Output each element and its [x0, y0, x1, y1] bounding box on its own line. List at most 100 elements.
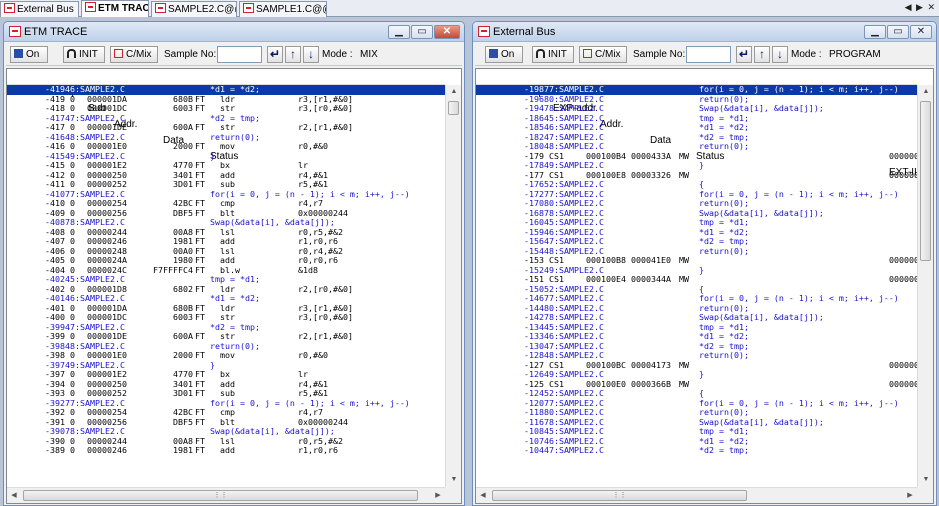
- close-button[interactable]: ✕: [434, 25, 460, 39]
- etm-trace-row[interactable]: -39078:SAMPLE2.C Swap(&data[i], &data[j])…: [7, 427, 445, 437]
- scroll-down-arrow-icon[interactable]: ▼: [446, 473, 461, 487]
- scroll-down-button[interactable]: ↓: [303, 46, 319, 63]
- etm-trace-row[interactable]: -397 0 000001E2 4770 FT bx lr: [7, 370, 445, 380]
- etm-trace-row[interactable]: -399 0 000001DE 600A FT str r2,[r1,#&0]: [7, 332, 445, 342]
- scroll-down-arrow-icon[interactable]: ▼: [918, 473, 933, 487]
- etm-trace-row[interactable]: -406 0 00000248 00A0 FT lsl r0,r4,#&2: [7, 247, 445, 257]
- etm-horizontal-scroll-thumb[interactable]: ⋮⋮: [23, 490, 418, 501]
- tab-sample2-c[interactable]: SAMPLE2.C@@...: [151, 1, 237, 17]
- etm-trace-row[interactable]: -401 0 000001DA 680B FT ldr r3,[r1,#&0]: [7, 304, 445, 314]
- etm-vertical-scrollbar[interactable]: ▲ ▼: [445, 85, 461, 487]
- etm-trace-row[interactable]: -409 0 00000256 DBF5 FT blt 0x00000244: [7, 209, 445, 219]
- bus-trace-row[interactable]: -153 CS1 000100B8 000041E0 MW 000000: [476, 256, 917, 266]
- bus-trace-row[interactable]: -12848:SAMPLE2.C return(0);: [476, 351, 917, 361]
- etm-trace-row[interactable]: -394 0 00000250 3401 FT add r4,#&1: [7, 380, 445, 390]
- bus-trace-row[interactable]: -10447:SAMPLE2.C *d2 = tmp;: [476, 446, 917, 456]
- bus-trace-row[interactable]: -14677:SAMPLE2.C for(i = 0, j = (n - 1); …: [476, 294, 917, 304]
- bus-trace-row[interactable]: -12649:SAMPLE2.C}: [476, 370, 917, 380]
- etm-trace-row[interactable]: -40245:SAMPLE2.C tmp = *d1;: [7, 275, 445, 285]
- bus-trace-list[interactable]: Sample EXP-addr Addr. Data Status EXT-II…: [475, 68, 934, 504]
- bus-trace-row[interactable]: -17080:SAMPLE2.C return(0);: [476, 199, 917, 209]
- scroll-left-arrow-icon[interactable]: ◀: [476, 488, 490, 503]
- bus-trace-row[interactable]: -13445:SAMPLE2.C tmp = *d1;: [476, 323, 917, 333]
- etm-trace-row[interactable]: -40878:SAMPLE2.C Swap(&data[i], &data[j])…: [7, 218, 445, 228]
- etm-trace-row[interactable]: -411 0 00000252 3D01 FT sub r5,#&1: [7, 180, 445, 190]
- bus-trace-row[interactable]: -10845:SAMPLE2.C tmp = *d1;: [476, 427, 917, 437]
- etm-trace-row[interactable]: -39277:SAMPLE2.C for(i = 0, j = (n - 1); …: [7, 399, 445, 409]
- bus-title-bar[interactable]: External Bus ▁ ▭ ✕: [473, 22, 936, 42]
- etm-trace-row[interactable]: -390 0 00000244 00A8 FT lsl r0,r5,#&2: [7, 437, 445, 447]
- etm-trace-row[interactable]: -39947:SAMPLE2.C *d2 = tmp;: [7, 323, 445, 333]
- bus-trace-row[interactable]: -13346:SAMPLE2.C *d1 = *d2;: [476, 332, 917, 342]
- bus-trace-row[interactable]: -18546:SAMPLE2.C *d1 = *d2;: [476, 123, 917, 133]
- bus-trace-row[interactable]: -17849:SAMPLE2.C}: [476, 161, 917, 171]
- etm-trace-row[interactable]: -41549:SAMPLE2.C}: [7, 152, 445, 162]
- etm-trace-row[interactable]: -407 0 00000246 1981 FT add r1,r0,r6: [7, 237, 445, 247]
- etm-trace-row[interactable]: -410 0 00000254 42BC FT cmp r4,r7: [7, 199, 445, 209]
- bus-trace-row[interactable]: -14278:SAMPLE2.C Swap(&data[i], &data[j])…: [476, 313, 917, 323]
- bus-trace-row[interactable]: -19877:SAMPLE2.C for(i = 0, j = (n - 1); …: [476, 85, 917, 95]
- etm-trace-row[interactable]: -389 0 00000246 1981 FT add r1,r0,r6: [7, 446, 445, 456]
- bus-trace-row[interactable]: -10746:SAMPLE2.C *d1 = *d2;: [476, 437, 917, 447]
- sample-no-input[interactable]: [686, 46, 731, 63]
- etm-trace-row[interactable]: -393 0 00000252 3D01 FT sub r5,#&1: [7, 389, 445, 399]
- bus-trace-row[interactable]: -15052:SAMPLE2.C {: [476, 285, 917, 295]
- bus-trace-row[interactable]: -11678:SAMPLE2.C Swap(&data[i], &data[j])…: [476, 418, 917, 428]
- bus-trace-row[interactable]: -11880:SAMPLE2.C return(0);: [476, 408, 917, 418]
- bus-trace-row[interactable]: -15448:SAMPLE2.C return(0);: [476, 247, 917, 257]
- etm-trace-row[interactable]: -40146:SAMPLE2.C *d1 = *d2;: [7, 294, 445, 304]
- maximize-button[interactable]: ▭: [887, 25, 909, 39]
- scroll-down-button[interactable]: ↓: [772, 46, 788, 63]
- etm-trace-row[interactable]: -41747:SAMPLE2.C *d2 = tmp;: [7, 114, 445, 124]
- bus-trace-row[interactable]: -15249:SAMPLE2.C}: [476, 266, 917, 276]
- bus-vertical-scroll-thumb[interactable]: [920, 101, 931, 261]
- on-button[interactable]: On: [485, 46, 523, 63]
- etm-trace-row[interactable]: -39848:SAMPLE2.C return(0);: [7, 342, 445, 352]
- tab-etm-trace[interactable]: ETM TRACE: [81, 0, 149, 17]
- bus-trace-row[interactable]: -15946:SAMPLE2.C *d1 = *d2;: [476, 228, 917, 238]
- etm-trace-row[interactable]: -41946:SAMPLE2.C *d1 = *d2;: [7, 85, 445, 95]
- bus-trace-row[interactable]: -16045:SAMPLE2.C tmp = *d1;: [476, 218, 917, 228]
- etm-trace-row[interactable]: -412 0 00000250 3401 FT add r4,#&1: [7, 171, 445, 181]
- init-button[interactable]: INIT: [63, 46, 105, 63]
- etm-trace-row[interactable]: -402 0 000001D8 6802 FT ldr r2,[r0,#&0]: [7, 285, 445, 295]
- minimize-button[interactable]: ▁: [388, 25, 410, 39]
- bus-trace-row[interactable]: -16878:SAMPLE2.C Swap(&data[i], &data[j])…: [476, 209, 917, 219]
- c-mix-button[interactable]: C/Mix: [110, 46, 158, 63]
- etm-trace-row[interactable]: -408 0 00000244 00A8 FT lsl r0,r5,#&2: [7, 228, 445, 238]
- jump-enter-button[interactable]: ↵: [267, 46, 283, 63]
- scroll-up-button[interactable]: ↑: [754, 46, 770, 63]
- etm-trace-row[interactable]: -418 0 000001DC 6003 FT str r3,[r0,#&0]: [7, 104, 445, 114]
- bus-trace-row[interactable]: -15647:SAMPLE2.C *d2 = tmp;: [476, 237, 917, 247]
- bus-trace-row[interactable]: -18645:SAMPLE2.C tmp = *d1;: [476, 114, 917, 124]
- etm-trace-row[interactable]: -405 0 0000024A 1980 FT add r0,r0,r6: [7, 256, 445, 266]
- bus-trace-row[interactable]: -179 CS1 000100B4 0000433A MW 000000: [476, 152, 917, 162]
- etm-trace-row[interactable]: -417 0 000001DE 600A FT str r2,[r1,#&0]: [7, 123, 445, 133]
- bus-trace-row[interactable]: -12077:SAMPLE2.C for(i = 0, j = (n - 1); …: [476, 399, 917, 409]
- etm-trace-row[interactable]: -419 0 000001DA 680B FT ldr r3,[r1,#&0]: [7, 95, 445, 105]
- etm-trace-row[interactable]: -391 0 00000256 DBF5 FT blt 0x00000244: [7, 418, 445, 428]
- minimize-button[interactable]: ▁: [864, 25, 886, 39]
- etm-horizontal-scrollbar[interactable]: ◀ ⋮⋮ ▶: [7, 487, 445, 503]
- etm-trace-row[interactable]: -392 0 00000254 42BC FT cmp r4,r7: [7, 408, 445, 418]
- bus-trace-row[interactable]: -17277:SAMPLE2.C for(i = 0, j = (n - 1); …: [476, 190, 917, 200]
- bus-horizontal-scroll-thumb[interactable]: ⋮⋮: [492, 490, 747, 501]
- scroll-up-button[interactable]: ↑: [285, 46, 301, 63]
- scroll-up-arrow-icon[interactable]: ▲: [446, 85, 461, 99]
- bus-trace-row[interactable]: -151 CS1 000100E4 0000344A MW 000000: [476, 275, 917, 285]
- etm-trace-row[interactable]: -398 0 000001E0 2000 FT mov r0,#&0: [7, 351, 445, 361]
- tab-sample1-c[interactable]: SAMPLE1.C@@...: [239, 1, 327, 17]
- c-mix-button[interactable]: C/Mix: [579, 46, 627, 63]
- bus-trace-row[interactable]: -19478:SAMPLE2.C Swap(&data[i], &data[j])…: [476, 104, 917, 114]
- bus-trace-row[interactable]: -12452:SAMPLE2.C {: [476, 389, 917, 399]
- on-button[interactable]: On: [10, 46, 48, 63]
- tab-external-bus[interactable]: External Bus: [0, 1, 79, 17]
- bus-trace-row[interactable]: -14480:SAMPLE2.C return(0);: [476, 304, 917, 314]
- bus-trace-row[interactable]: -18247:SAMPLE2.C *d2 = tmp;: [476, 133, 917, 143]
- etm-title-bar[interactable]: ETM TRACE ▁ ▭ ✕: [4, 22, 464, 42]
- etm-trace-row[interactable]: -39749:SAMPLE2.C}: [7, 361, 445, 371]
- etm-vertical-scroll-thumb[interactable]: [448, 101, 459, 115]
- etm-trace-row[interactable]: -416 0 000001E0 2000 FT mov r0,#&0: [7, 142, 445, 152]
- tab-navigation-arrows[interactable]: ◀ ▶ ✕: [905, 2, 936, 13]
- scroll-right-arrow-icon[interactable]: ▶: [431, 488, 445, 503]
